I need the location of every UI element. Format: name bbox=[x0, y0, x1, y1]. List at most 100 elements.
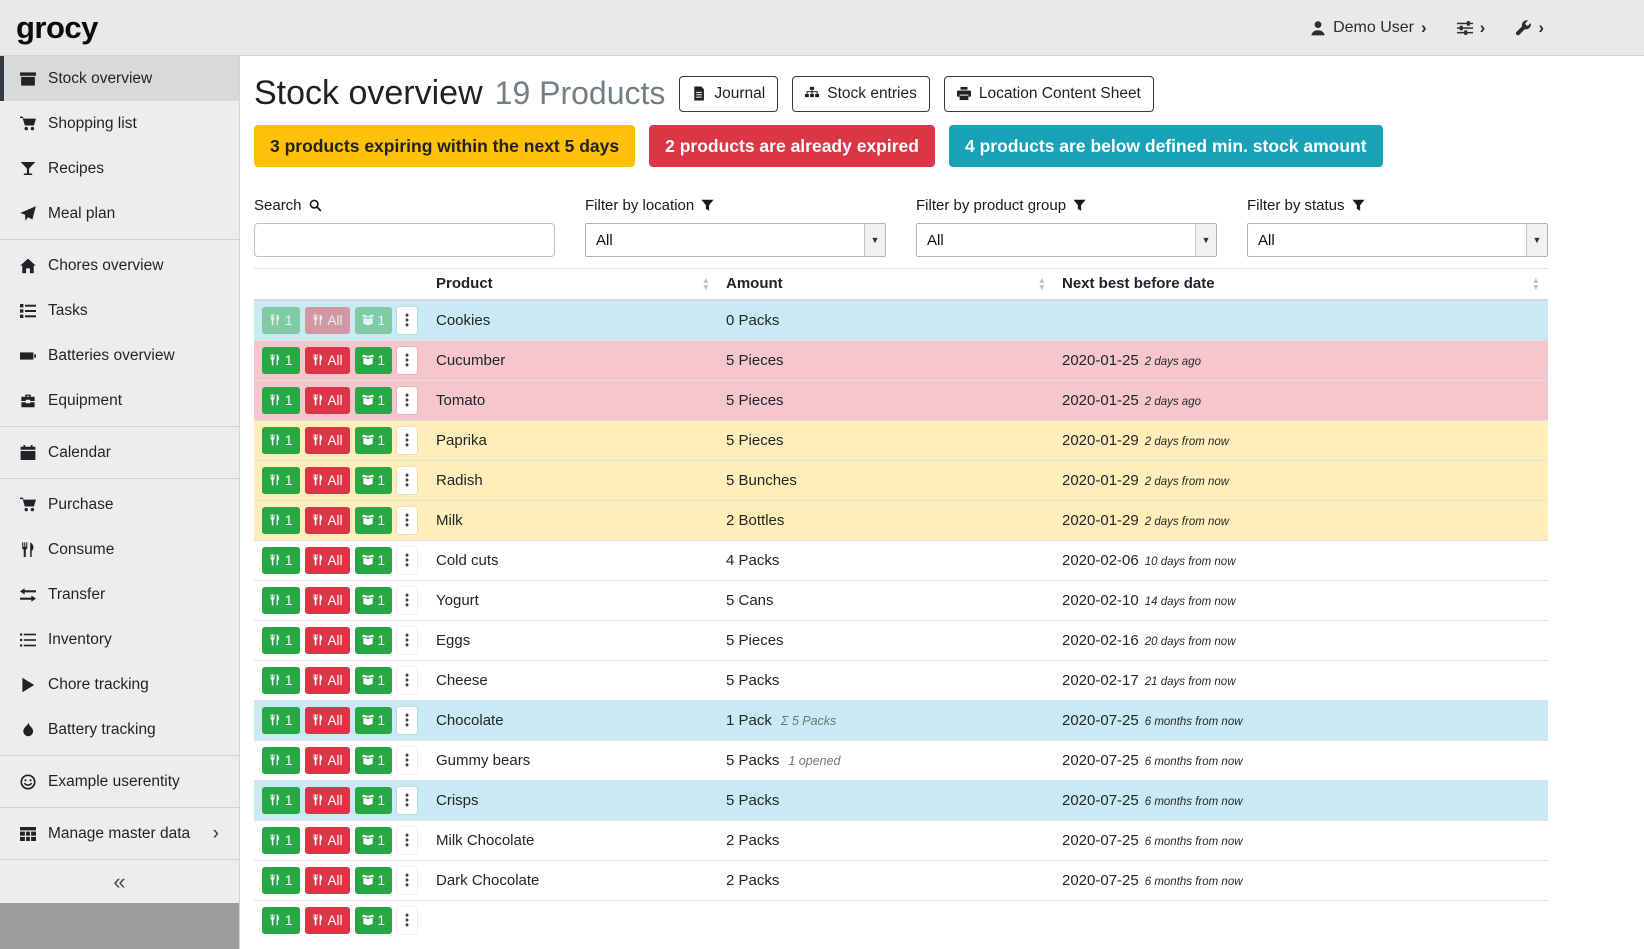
consume-one-button[interactable]: 1 bbox=[262, 627, 300, 654]
consume-one-button[interactable]: 1 bbox=[262, 307, 300, 334]
consume-one-button[interactable]: 1 bbox=[262, 907, 300, 934]
banner-expired[interactable]: 2 products are already expired bbox=[649, 125, 935, 167]
open-one-button[interactable]: 1 bbox=[355, 827, 393, 854]
row-menu-button[interactable] bbox=[397, 387, 417, 414]
sidebar-item-transfer[interactable]: Transfer bbox=[0, 572, 239, 617]
consume-all-button[interactable]: All bbox=[305, 307, 350, 334]
sidebar-item-purchase[interactable]: Purchase bbox=[0, 482, 239, 527]
column-header-amount[interactable]: Amount▲▼ bbox=[718, 269, 1054, 300]
column-header-next-best-before-date[interactable]: Next best before date▲▼ bbox=[1054, 269, 1548, 300]
consume-all-button[interactable]: All bbox=[305, 547, 350, 574]
consume-one-button[interactable]: 1 bbox=[262, 667, 300, 694]
open-one-button[interactable]: 1 bbox=[355, 347, 393, 374]
open-one-button[interactable]: 1 bbox=[355, 747, 393, 774]
consume-one-button[interactable]: 1 bbox=[262, 387, 300, 414]
row-menu-button[interactable] bbox=[397, 667, 417, 694]
consume-all-button[interactable]: All bbox=[305, 907, 350, 934]
sidebar-item-recipes[interactable]: Recipes bbox=[0, 146, 239, 191]
open-one-button[interactable]: 1 bbox=[355, 507, 393, 534]
sidebar-item-consume[interactable]: Consume bbox=[0, 527, 239, 572]
sidebar-item-manage-master-data[interactable]: Manage master data› bbox=[0, 811, 239, 856]
row-menu-button[interactable] bbox=[397, 467, 417, 494]
sidebar-item-equipment[interactable]: Equipment bbox=[0, 378, 239, 423]
user-menu[interactable]: Demo User › bbox=[1310, 18, 1427, 38]
sidebar-item-tasks[interactable]: Tasks bbox=[0, 288, 239, 333]
consume-one-button[interactable]: 1 bbox=[262, 507, 300, 534]
consume-all-button[interactable]: All bbox=[305, 507, 350, 534]
consume-one-button[interactable]: 1 bbox=[262, 787, 300, 814]
sidebar-item-example-userentity[interactable]: Example userentity bbox=[0, 759, 239, 804]
consume-one-button[interactable]: 1 bbox=[262, 427, 300, 454]
consume-all-button[interactable]: All bbox=[305, 427, 350, 454]
sidebar-item-meal-plan[interactable]: Meal plan bbox=[0, 191, 239, 236]
sidebar-item-battery-tracking[interactable]: Battery tracking bbox=[0, 707, 239, 752]
banner-below-min-stock[interactable]: 4 products are below defined min. stock … bbox=[949, 125, 1383, 167]
admin-menu[interactable]: › bbox=[1515, 18, 1544, 38]
consume-one-button[interactable]: 1 bbox=[262, 867, 300, 894]
open-one-button[interactable]: 1 bbox=[355, 587, 393, 614]
open-one-button[interactable]: 1 bbox=[355, 907, 393, 934]
open-one-button[interactable]: 1 bbox=[355, 387, 393, 414]
open-one-button[interactable]: 1 bbox=[355, 627, 393, 654]
consume-all-button[interactable]: All bbox=[305, 667, 350, 694]
location-content-sheet-button[interactable]: Location Content Sheet bbox=[944, 76, 1154, 112]
row-menu-button[interactable] bbox=[397, 587, 417, 614]
row-menu-button[interactable] bbox=[397, 547, 417, 574]
consume-all-button[interactable]: All bbox=[305, 587, 350, 614]
journal-button[interactable]: Journal bbox=[679, 76, 778, 112]
sidebar-item-shopping-list[interactable]: Shopping list bbox=[0, 101, 239, 146]
sidebar-item-inventory[interactable]: Inventory bbox=[0, 617, 239, 662]
row-menu-button[interactable] bbox=[397, 427, 417, 454]
row-menu-button[interactable] bbox=[397, 867, 417, 894]
open-one-button[interactable]: 1 bbox=[355, 787, 393, 814]
consume-all-button[interactable]: All bbox=[305, 467, 350, 494]
row-menu-button[interactable] bbox=[397, 787, 417, 814]
open-one-button[interactable]: 1 bbox=[355, 867, 393, 894]
row-menu-button[interactable] bbox=[397, 707, 417, 734]
consume-all-button[interactable]: All bbox=[305, 867, 350, 894]
consume-all-button[interactable]: All bbox=[305, 827, 350, 854]
consume-all-button[interactable]: All bbox=[305, 747, 350, 774]
sidebar-item-calendar[interactable]: Calendar bbox=[0, 430, 239, 475]
consume-all-button[interactable]: All bbox=[305, 787, 350, 814]
row-menu-button[interactable] bbox=[397, 747, 417, 774]
sidebar-item-chore-tracking[interactable]: Chore tracking bbox=[0, 662, 239, 707]
consume-one-button[interactable]: 1 bbox=[262, 707, 300, 734]
row-menu-button[interactable] bbox=[397, 827, 417, 854]
row-menu-button[interactable] bbox=[397, 907, 417, 934]
settings-menu[interactable]: › bbox=[1457, 18, 1486, 38]
row-menu-button[interactable] bbox=[397, 347, 417, 374]
consume-one-button[interactable]: 1 bbox=[262, 547, 300, 574]
row-menu-button[interactable] bbox=[397, 307, 417, 334]
grocy-logo[interactable]: grocy bbox=[16, 10, 98, 46]
open-one-button[interactable]: 1 bbox=[355, 427, 393, 454]
consume-all-button[interactable]: All bbox=[305, 627, 350, 654]
open-one-button[interactable]: 1 bbox=[355, 707, 393, 734]
consume-one-button[interactable]: 1 bbox=[262, 587, 300, 614]
consume-one-button[interactable]: 1 bbox=[262, 827, 300, 854]
consume-all-button[interactable]: All bbox=[305, 347, 350, 374]
date-cell bbox=[1054, 900, 1548, 940]
search-input[interactable] bbox=[254, 223, 555, 257]
stock-entries-button[interactable]: Stock entries bbox=[792, 76, 930, 112]
row-menu-button[interactable] bbox=[397, 507, 417, 534]
sidebar-item-stock-overview[interactable]: Stock overview bbox=[0, 56, 239, 101]
sidebar-collapse-button[interactable]: « bbox=[0, 859, 239, 903]
consume-one-button[interactable]: 1 bbox=[262, 467, 300, 494]
column-header-product[interactable]: Product▲▼ bbox=[428, 269, 718, 300]
open-one-button[interactable]: 1 bbox=[355, 467, 393, 494]
open-one-button[interactable]: 1 bbox=[355, 307, 393, 334]
open-one-button[interactable]: 1 bbox=[355, 547, 393, 574]
product-group-select[interactable]: All▼ bbox=[916, 223, 1217, 257]
location-select[interactable]: All▼ bbox=[585, 223, 886, 257]
consume-one-button[interactable]: 1 bbox=[262, 347, 300, 374]
open-one-button[interactable]: 1 bbox=[355, 667, 393, 694]
sidebar-item-batteries-overview[interactable]: Batteries overview bbox=[0, 333, 239, 378]
consume-one-button[interactable]: 1 bbox=[262, 747, 300, 774]
banner-expiring[interactable]: 3 products expiring within the next 5 da… bbox=[254, 125, 635, 167]
consume-all-button[interactable]: All bbox=[305, 387, 350, 414]
status-select[interactable]: All▼ bbox=[1247, 223, 1548, 257]
sidebar-item-chores-overview[interactable]: Chores overview bbox=[0, 243, 239, 288]
consume-all-button[interactable]: All bbox=[305, 707, 350, 734]
row-menu-button[interactable] bbox=[397, 627, 417, 654]
